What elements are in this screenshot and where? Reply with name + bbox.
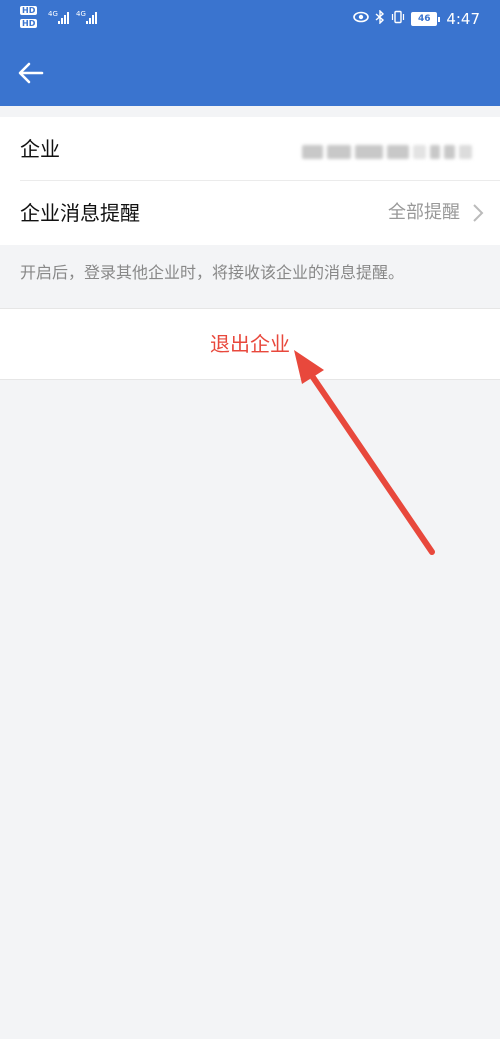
network-type: 4G bbox=[48, 10, 58, 18]
notify-label: 企业消息提醒 bbox=[20, 201, 140, 225]
enterprise-name-redacted bbox=[302, 141, 472, 163]
signal-icon bbox=[58, 12, 69, 24]
hd-badge: HD bbox=[20, 6, 38, 15]
back-button[interactable] bbox=[14, 58, 48, 88]
notify-hint: 开启后，登录其他企业时，将接收该企业的消息提醒。 bbox=[20, 263, 405, 282]
signal-icon bbox=[86, 12, 97, 24]
hd-badge: HD bbox=[20, 19, 38, 28]
eye-icon bbox=[353, 11, 370, 27]
battery-icon: 46 bbox=[411, 12, 438, 26]
enterprise-label: 企业 bbox=[20, 137, 60, 161]
chevron-right-icon bbox=[468, 203, 488, 223]
vibrate-icon bbox=[391, 10, 405, 28]
status-bar: HD HD 4G 4G 46 4:47 bbox=[0, 0, 500, 40]
annotation-arrow-icon bbox=[294, 350, 435, 555]
app-header: HD HD 4G 4G 46 4:47 bbox=[0, 0, 500, 106]
back-arrow-icon bbox=[18, 62, 44, 84]
notify-value: 全部提醒 bbox=[388, 202, 460, 223]
status-right: 46 4:47 bbox=[353, 9, 480, 29]
status-time: 4:47 bbox=[446, 10, 480, 28]
network-type: 4G bbox=[76, 10, 86, 18]
notify-row[interactable]: 企业消息提醒 全部提醒 bbox=[0, 181, 500, 245]
enterprise-row[interactable]: 企业 bbox=[0, 117, 500, 181]
bluetooth-icon bbox=[375, 9, 385, 28]
battery-tip bbox=[438, 16, 441, 22]
status-left: HD HD 4G 4G bbox=[20, 6, 140, 32]
